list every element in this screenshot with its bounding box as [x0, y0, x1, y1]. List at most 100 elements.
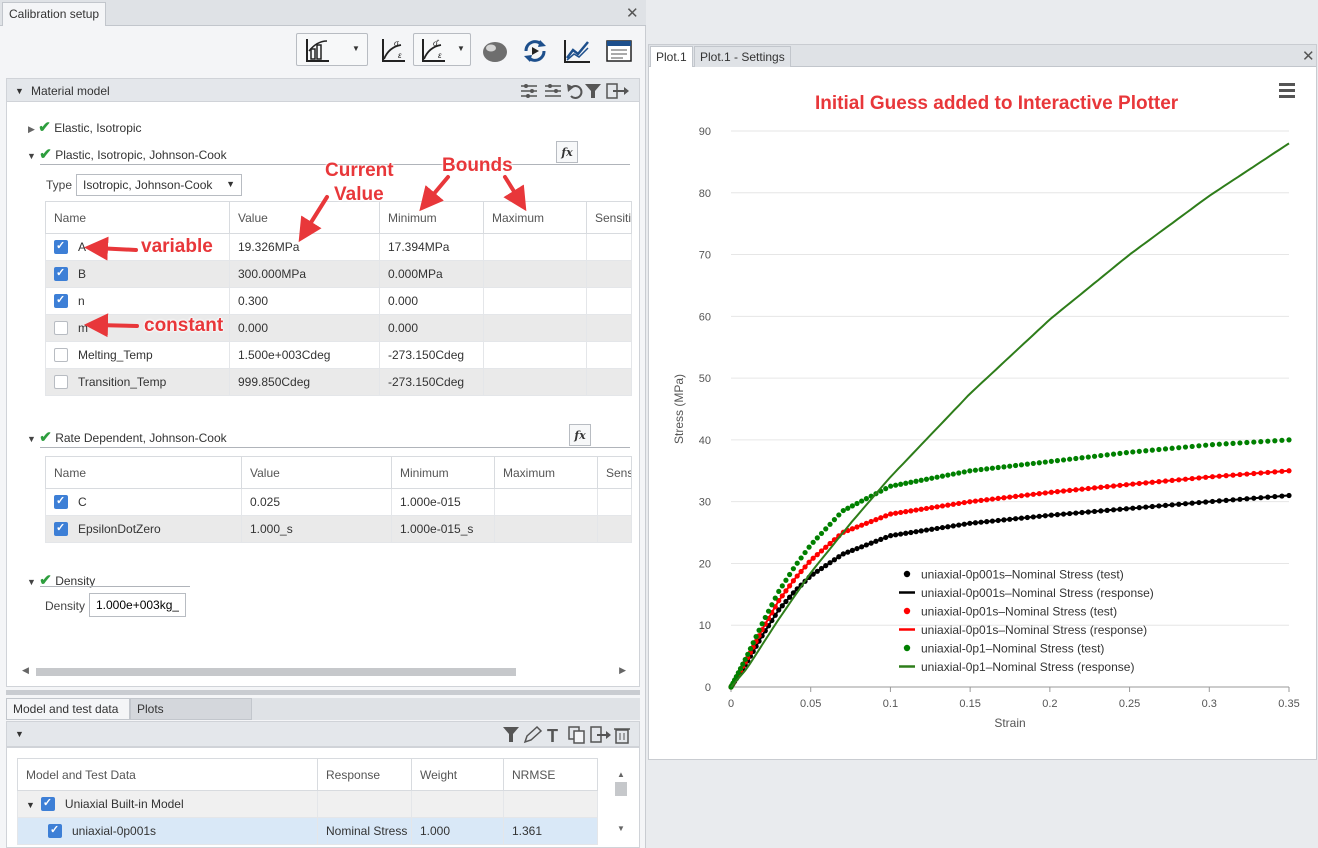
- series-point: [978, 466, 984, 473]
- series-point: [1136, 448, 1142, 454]
- series-point: [1223, 441, 1229, 447]
- legend-label: uniaxial-0p001s–Nominal Stress (response…: [921, 586, 1154, 600]
- series-point: [961, 469, 967, 475]
- y-tick-label: 40: [699, 435, 711, 447]
- series-point: [1265, 438, 1271, 444]
- x-tick-label: 0.05: [800, 698, 821, 710]
- series-point: [1054, 458, 1061, 464]
- series-point: [893, 482, 899, 488]
- series-point: [972, 467, 979, 473]
- variable-arrow: [84, 236, 138, 261]
- series-point: [888, 483, 894, 489]
- series-point: [1030, 460, 1036, 467]
- series-point: [859, 498, 865, 504]
- y-tick-label: 0: [705, 682, 711, 694]
- current-value-arrow: [298, 195, 329, 243]
- series-point: [759, 621, 765, 627]
- annotation-constant: constant: [144, 315, 224, 336]
- series-point: [849, 503, 855, 509]
- series-point: [762, 614, 768, 621]
- legend-marker: [903, 644, 911, 652]
- series-point: [806, 544, 812, 550]
- series-point: [1036, 460, 1042, 466]
- series-point: [745, 651, 751, 657]
- series-point: [956, 470, 962, 476]
- y-tick-label: 70: [699, 250, 711, 262]
- series-point: [845, 505, 851, 511]
- series-point: [1024, 461, 1030, 467]
- series-point: [1272, 438, 1278, 444]
- series-point: [1237, 440, 1243, 446]
- series-point: [794, 560, 800, 566]
- series-point: [737, 665, 744, 672]
- series-point: [1279, 437, 1285, 443]
- series-point: [1149, 447, 1155, 453]
- series-point: [776, 588, 782, 595]
- series-point: [750, 640, 756, 646]
- y-tick-label: 30: [699, 497, 711, 509]
- series-point: [918, 477, 924, 483]
- series-point: [1196, 443, 1202, 449]
- series-point: [790, 566, 796, 572]
- series-point: [898, 481, 904, 487]
- legend-label: uniaxial-0p1–Nominal Stress (test): [921, 642, 1104, 656]
- series-point: [1042, 459, 1048, 465]
- series-point: [1216, 441, 1222, 447]
- series-point: [756, 627, 762, 633]
- series-point: [1060, 457, 1067, 463]
- stress-strain-chart: 0 10 20 30 40 50 60 70 80 90 0 0.05 0.1 0.15 0.2 0.25 0.…: [672, 126, 1300, 730]
- series-point: [1079, 455, 1085, 461]
- series-point: [1156, 446, 1162, 453]
- series-point: [742, 656, 748, 663]
- series-point: [903, 480, 909, 486]
- bounds-min-arrow: [419, 175, 450, 212]
- series-point: [1209, 442, 1216, 448]
- series-point: [923, 476, 930, 482]
- x-tick-label: 0.15: [959, 698, 980, 710]
- series-point: [913, 478, 919, 484]
- y-tick-label: 10: [699, 620, 711, 632]
- series-point: [802, 549, 808, 556]
- x-tick-label: 0.1: [883, 698, 898, 710]
- series-point: [840, 507, 846, 514]
- y-axis-label: Stress (MPa): [672, 374, 686, 444]
- series-point: [1176, 445, 1182, 451]
- series-point: [1091, 453, 1098, 459]
- series-point: [1203, 442, 1209, 448]
- series-point: [1130, 449, 1136, 455]
- x-tick-label: 0: [728, 698, 734, 710]
- annotation-current: Current: [325, 160, 394, 181]
- series-point: [1012, 462, 1019, 469]
- series-point: [1007, 463, 1013, 469]
- series-point: [1162, 446, 1169, 452]
- series-point: [967, 468, 973, 474]
- y-tick-label: 60: [699, 311, 711, 323]
- series-point: [1117, 450, 1123, 456]
- legend-marker: [903, 570, 911, 578]
- series-point: [854, 500, 860, 507]
- series-point: [769, 602, 775, 608]
- series-point: [1143, 448, 1149, 454]
- series-point: [747, 646, 754, 652]
- series-point: [772, 595, 778, 601]
- series-point: [753, 634, 759, 640]
- series-point: [814, 535, 820, 541]
- x-tick-label: 0.3: [1202, 698, 1217, 710]
- x-tick-label: 0.2: [1042, 698, 1057, 710]
- series-point: [1258, 439, 1264, 445]
- series-point: [831, 517, 838, 523]
- series-point: [1286, 437, 1292, 443]
- legend-label: uniaxial-0p1–Nominal Stress (response): [921, 660, 1134, 674]
- series-point: [1098, 452, 1104, 459]
- series-point: [783, 577, 789, 583]
- series-point: [823, 526, 829, 532]
- y-tick-label: 50: [699, 373, 711, 385]
- series-point: [984, 466, 990, 472]
- annotation-arrows: [84, 175, 527, 338]
- x-tick-label: 0.25: [1119, 698, 1140, 710]
- plot-panel: Plot.1 Plot.1 - Settings ✕ Initial Guess…: [648, 44, 1317, 760]
- annotation-variable: variable: [141, 236, 213, 257]
- series-point: [945, 472, 951, 478]
- series-point: [863, 496, 869, 502]
- series-point: [1244, 439, 1250, 446]
